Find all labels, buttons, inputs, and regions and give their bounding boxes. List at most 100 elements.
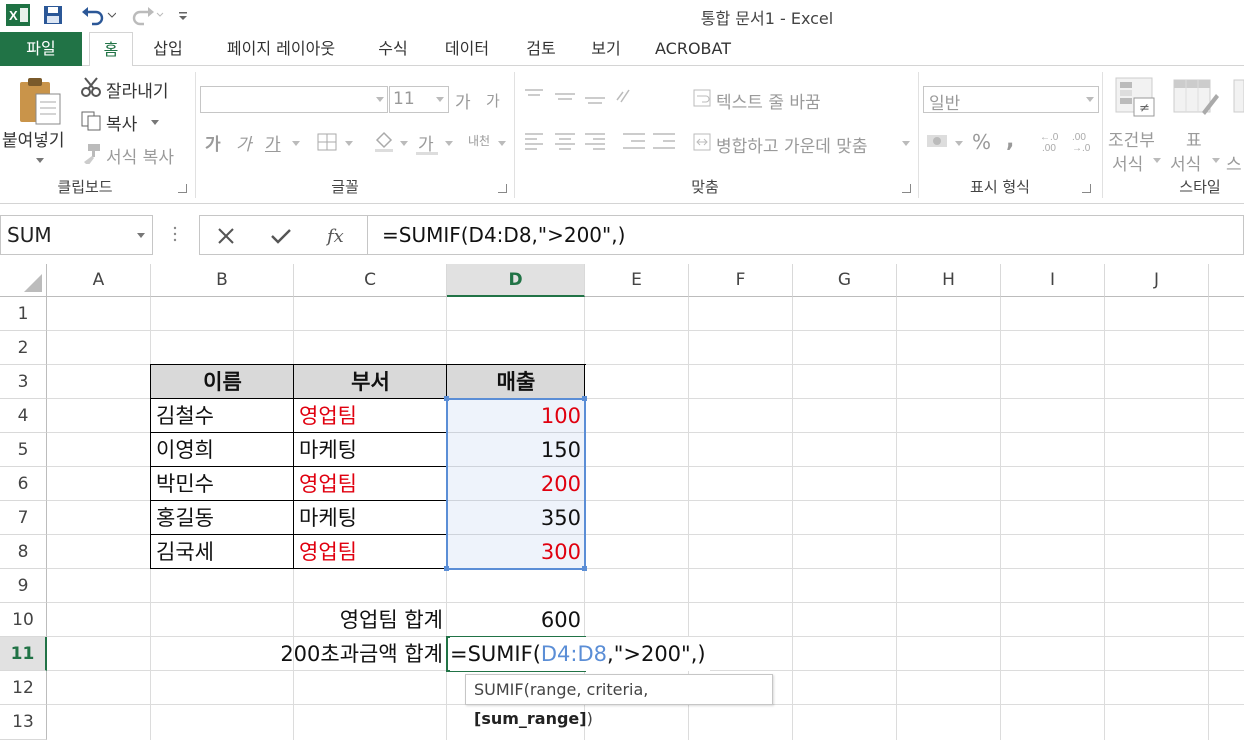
column-header-d[interactable]: D bbox=[447, 264, 585, 297]
column-header-e[interactable]: E bbox=[585, 264, 689, 297]
column-header-h[interactable]: H bbox=[897, 264, 1001, 297]
row-header-4[interactable]: 4 bbox=[0, 399, 47, 433]
align-top-icon[interactable] bbox=[523, 86, 633, 112]
format-painter-button[interactable]: 서식 복사 bbox=[106, 143, 174, 168]
wrap-text-button[interactable]: 텍스트 줄 바꿈 bbox=[716, 88, 821, 113]
table-cell-name[interactable]: 이영희 bbox=[156, 433, 214, 467]
conditional-dropdown-icon[interactable] bbox=[1153, 158, 1161, 163]
font-color-dropdown-icon[interactable] bbox=[445, 141, 453, 146]
format-table-dropdown-icon[interactable] bbox=[1212, 158, 1220, 163]
paste-icon[interactable] bbox=[16, 76, 62, 132]
sales-team-total-label[interactable]: 영업팀 합계 bbox=[294, 603, 443, 637]
format-as-table-label-2[interactable]: 서식 bbox=[1170, 150, 1201, 175]
row-header-1[interactable]: 1 bbox=[0, 297, 47, 331]
percent-style-button[interactable]: % bbox=[972, 130, 991, 154]
clipboard-launcher-icon[interactable] bbox=[178, 184, 187, 193]
number-launcher-icon[interactable] bbox=[1082, 184, 1091, 193]
table-cell-name[interactable]: 홍길동 bbox=[156, 501, 214, 535]
column-header-a[interactable]: A bbox=[47, 264, 151, 297]
grow-font-button[interactable]: 가 bbox=[455, 88, 471, 113]
table-cell-dept[interactable]: 마케팅 bbox=[299, 433, 357, 467]
select-all-corner[interactable] bbox=[0, 264, 47, 297]
conditional-formatting-icon[interactable]: ≠ bbox=[1114, 76, 1158, 124]
tab-file[interactable]: 파일 bbox=[0, 32, 82, 66]
tab-acrobat[interactable]: ACROBAT bbox=[646, 32, 740, 66]
table-header-dept[interactable]: 부서 bbox=[294, 365, 447, 399]
row-header-6[interactable]: 6 bbox=[0, 467, 47, 501]
tab-home[interactable]: 홈 bbox=[89, 32, 133, 67]
function-tooltip[interactable]: SUMIF(range, criteria, [sum_range]) bbox=[465, 674, 773, 728]
fill-color-dropdown-icon[interactable] bbox=[400, 141, 408, 146]
font-name-select[interactable] bbox=[200, 86, 388, 113]
tab-data[interactable]: 데이터 bbox=[434, 32, 500, 66]
bold-button[interactable]: 가 bbox=[205, 130, 221, 155]
fill-color-icon[interactable] bbox=[373, 130, 395, 156]
tab-insert[interactable]: 삽입 bbox=[143, 32, 193, 66]
tab-formulas[interactable]: 수식 bbox=[369, 32, 417, 66]
table-cell-sales[interactable]: 150 bbox=[447, 433, 581, 467]
formula-input[interactable]: =SUMIF(D4:D8,">200",) bbox=[367, 215, 1244, 255]
table-cell-dept[interactable]: 영업팀 bbox=[299, 467, 357, 501]
table-cell-sales[interactable]: 350 bbox=[447, 501, 581, 535]
column-header-k[interactable] bbox=[1209, 264, 1244, 297]
row-header-5[interactable]: 5 bbox=[0, 433, 47, 467]
align-left-icon[interactable] bbox=[523, 130, 683, 158]
table-cell-dept[interactable]: 영업팀 bbox=[299, 535, 357, 569]
table-cell-dept[interactable]: 마케팅 bbox=[299, 501, 357, 535]
row-header-8[interactable]: 8 bbox=[0, 535, 47, 569]
table-cell-dept[interactable]: 영업팀 bbox=[299, 399, 357, 433]
borders-icon[interactable] bbox=[316, 132, 338, 156]
underline-button[interactable]: 가 bbox=[265, 130, 281, 155]
tab-view[interactable]: 보기 bbox=[582, 32, 630, 66]
cell-styles-label[interactable]: 스 bbox=[1226, 150, 1242, 175]
merge-dropdown-icon[interactable] bbox=[902, 141, 910, 146]
row-header-2[interactable]: 2 bbox=[0, 331, 47, 365]
copy-button[interactable]: 복사 bbox=[106, 110, 137, 135]
accounting-dropdown-icon[interactable] bbox=[955, 141, 963, 146]
italic-button[interactable]: 가 bbox=[236, 130, 252, 155]
table-cell-name[interactable]: 김철수 bbox=[156, 399, 214, 433]
number-format-select[interactable]: 일반 bbox=[923, 86, 1099, 114]
row-header-10[interactable]: 10 bbox=[0, 603, 47, 637]
range-handle[interactable] bbox=[444, 396, 449, 401]
underline-dropdown-icon[interactable] bbox=[292, 141, 300, 146]
range-handle[interactable] bbox=[582, 566, 587, 571]
enter-check-icon[interactable] bbox=[270, 226, 292, 250]
insert-function-icon[interactable]: fx bbox=[325, 224, 350, 252]
table-cell-sales[interactable]: 100 bbox=[447, 399, 581, 433]
row-header-13[interactable]: 13 bbox=[0, 705, 47, 740]
column-header-j[interactable]: J bbox=[1105, 264, 1209, 297]
copy-dropdown-icon[interactable] bbox=[151, 120, 159, 125]
font-launcher-icon[interactable] bbox=[498, 184, 507, 193]
conditional-formatting-label-1[interactable]: 조건부 bbox=[1108, 126, 1155, 151]
format-as-table-label-1[interactable]: 표 bbox=[1186, 126, 1202, 151]
row-header-9[interactable]: 9 bbox=[0, 569, 47, 603]
row-header-3[interactable]: 3 bbox=[0, 365, 47, 399]
column-header-c[interactable]: C bbox=[294, 264, 447, 297]
table-cell-name[interactable]: 박민수 bbox=[156, 467, 214, 501]
sales-team-total-value[interactable]: 600 bbox=[447, 603, 581, 637]
wrap-text-icon[interactable] bbox=[692, 88, 712, 112]
table-cell-name[interactable]: 김국세 bbox=[156, 535, 214, 569]
format-as-table-icon[interactable] bbox=[1172, 76, 1220, 124]
range-handle[interactable] bbox=[444, 566, 449, 571]
paste-button[interactable]: 붙여넣기 bbox=[2, 126, 65, 151]
tab-page-layout[interactable]: 페이지 레이아웃 bbox=[208, 32, 354, 66]
paste-dropdown-icon[interactable] bbox=[36, 158, 44, 163]
merge-center-button[interactable]: 병합하고 가운데 맞춤 bbox=[716, 132, 868, 157]
row-header-7[interactable]: 7 bbox=[0, 501, 47, 535]
table-header-name[interactable]: 이름 bbox=[151, 365, 294, 399]
column-header-g[interactable]: G bbox=[793, 264, 897, 297]
increase-decimal-icon[interactable]: ←.0.00.00 →.0 bbox=[1038, 130, 1098, 158]
phonetic-button[interactable]: 내천 bbox=[468, 132, 490, 149]
shrink-font-button[interactable]: 가 bbox=[486, 90, 500, 111]
conditional-formatting-label-2[interactable]: 서식 bbox=[1112, 150, 1143, 175]
name-box[interactable]: SUM bbox=[0, 215, 153, 255]
row-header-11[interactable]: 11 bbox=[0, 637, 47, 671]
table-header-sales[interactable]: 매출 bbox=[447, 365, 585, 399]
cell-styles-icon[interactable] bbox=[1232, 76, 1244, 124]
merge-center-icon[interactable] bbox=[692, 132, 712, 156]
cancel-icon[interactable] bbox=[216, 226, 236, 250]
column-header-i[interactable]: I bbox=[1001, 264, 1105, 297]
format-painter-icon[interactable] bbox=[80, 142, 102, 168]
